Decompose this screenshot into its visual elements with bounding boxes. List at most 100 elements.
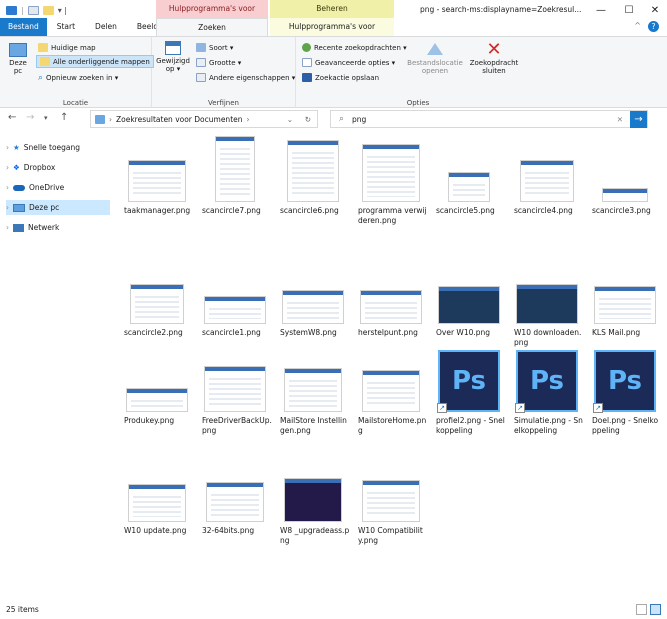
sidebar-item-network[interactable]: › Netwerk — [6, 220, 110, 235]
tab-picture-tools[interactable]: Hulpprogramma's voor afbeeldingen — [270, 18, 394, 49]
all-subfolders-button[interactable]: Alle onderliggende mappen — [36, 55, 154, 68]
photoshop-file-icon: Ps ↗ — [437, 350, 500, 413]
other-properties-button[interactable]: Andere eigenschappen ▾ — [196, 71, 295, 84]
save-search-button[interactable]: Zoekactie opslaan — [302, 71, 379, 84]
new-folder-icon[interactable] — [42, 6, 54, 15]
kind-button[interactable]: Soort ▾ — [196, 41, 233, 54]
sidebar-item-this-pc[interactable]: › Deze pc — [6, 200, 110, 215]
sidebar-item-dropbox[interactable]: › ❖ Dropbox — [6, 160, 110, 175]
path-box[interactable]: › Zoekresultaten voor Documenten › ⌄ ↻ — [90, 110, 318, 128]
explorer-icon — [6, 6, 17, 15]
size-button[interactable]: Grootte ▾ — [196, 56, 241, 69]
file-name: MailStore Instellingen.png — [280, 416, 347, 435]
this-pc-label: Deze pc — [9, 59, 27, 75]
expand-icon[interactable]: › — [6, 163, 9, 172]
file-item[interactable]: herstelpunt.png — [354, 290, 428, 338]
expand-icon[interactable]: › — [6, 223, 9, 232]
image-thumbnail — [438, 286, 500, 324]
file-item[interactable]: W10 update.png — [120, 484, 194, 536]
expand-icon[interactable]: › — [6, 203, 9, 212]
open-location-button[interactable]: Bestandslocatie openen — [406, 43, 464, 75]
sidebar-item-label: Deze pc — [29, 203, 60, 212]
path-chevron-icon[interactable]: › — [247, 115, 250, 124]
file-item[interactable]: scancircle6.png — [276, 140, 350, 216]
help-icon[interactable]: ? — [648, 21, 659, 32]
size-label: Grootte ▾ — [209, 58, 242, 67]
file-item[interactable]: Ps ↗ Simulatie.png - Snelkoppeling — [510, 350, 584, 436]
path-dropdown-icon[interactable]: ⌄ — [287, 115, 293, 124]
file-item[interactable]: scancircle7.png — [198, 136, 272, 216]
file-item[interactable]: Over W10.png — [432, 286, 506, 338]
large-icons-view-icon[interactable] — [650, 604, 661, 615]
tab-file[interactable]: Bestand — [0, 18, 47, 36]
file-item[interactable]: W10 downloaden.png — [510, 284, 584, 348]
details-view-icon[interactable] — [636, 604, 647, 615]
tab-start[interactable]: Start — [47, 18, 85, 36]
image-thumbnail — [448, 172, 490, 202]
qat-dropdown-icon[interactable]: ▾ | — [58, 6, 67, 15]
search-input[interactable]: png — [352, 115, 366, 124]
search-box[interactable]: ⌕ png ✕ → — [330, 110, 648, 128]
recent-icon — [302, 43, 311, 52]
sidebar-item-quick-access[interactable]: › ★ Snelle toegang — [6, 140, 110, 155]
search-again-button[interactable]: ⌕ Opnieuw zoeken in ▾ — [38, 71, 118, 84]
search-tools-title: Hulpprogramma's voor zoeken — [156, 0, 268, 31]
recent-locations-icon[interactable]: ▾ — [44, 114, 48, 122]
file-item[interactable]: scancircle3.png — [588, 188, 662, 216]
file-item[interactable]: MailstoreHome.png — [354, 370, 428, 436]
ps-label: Ps — [451, 366, 487, 396]
tab-search[interactable]: Zoeken — [156, 18, 268, 36]
file-item[interactable]: Ps ↗ Doel.png - Snelkoppeling — [588, 350, 662, 436]
file-item[interactable]: FreeDriverBackUp.png — [198, 366, 272, 436]
file-item[interactable]: 32-64bits.png — [198, 482, 272, 536]
file-item[interactable]: scancircle5.png — [432, 172, 506, 216]
photoshop-file-icon: Ps ↗ — [515, 350, 578, 413]
back-icon[interactable]: ← — [8, 112, 16, 123]
file-item[interactable]: scancircle1.png — [198, 296, 272, 338]
file-item[interactable]: programma verwijderen.png — [354, 144, 428, 226]
refresh-icon[interactable]: ↻ — [305, 115, 311, 124]
file-item[interactable]: MailStore Instellingen.png — [276, 368, 350, 436]
file-item[interactable]: scancircle4.png — [510, 160, 584, 216]
window-title: png - search-ms:displayname=Zoekresul... — [420, 5, 582, 14]
file-item[interactable]: Ps ↗ profiel2.png - Snelkoppeling — [432, 350, 506, 436]
file-item[interactable]: taakmanager.png — [120, 160, 194, 216]
properties-icon[interactable] — [27, 6, 39, 15]
size-icon — [196, 58, 206, 67]
search-go-icon[interactable]: → — [630, 111, 647, 128]
subfolders-icon — [40, 57, 50, 66]
close-button[interactable]: ✕ — [638, 4, 667, 18]
current-folder-button[interactable]: Huidige map — [38, 41, 96, 54]
expand-icon[interactable]: › — [6, 143, 9, 152]
image-thumbnail — [204, 366, 266, 412]
file-item[interactable]: scancircle2.png — [120, 284, 194, 338]
image-thumbnail — [360, 290, 422, 324]
modified-button[interactable]: Gewijzigd op ▾ — [156, 41, 190, 73]
sidebar-item-onedrive[interactable]: › OneDrive — [6, 180, 110, 195]
file-item[interactable]: Produkey.png — [120, 388, 194, 426]
collapse-ribbon-icon[interactable]: ^ — [634, 21, 641, 30]
file-name: herstelpunt.png — [358, 328, 418, 337]
this-pc-button[interactable]: Deze pc — [6, 43, 30, 75]
file-name: Doel.png - Snelkoppeling — [592, 416, 659, 435]
file-name: W10 downloaden.png — [514, 328, 582, 347]
sidebar-item-label: Dropbox — [23, 163, 56, 172]
photoshop-file-icon: Ps ↗ — [593, 350, 656, 413]
image-thumbnail — [602, 188, 648, 202]
clear-search-icon[interactable]: ✕ — [617, 115, 623, 124]
recent-searches-button[interactable]: Recente zoekopdrachten ▾ — [302, 41, 407, 54]
file-item[interactable]: W10 Compatibility.png — [354, 480, 428, 546]
shortcut-arrow-icon: ↗ — [593, 403, 603, 413]
tab-share[interactable]: Delen — [85, 18, 127, 36]
advanced-options-button[interactable]: Geavanceerde opties ▾ — [302, 56, 395, 69]
expand-icon[interactable]: › — [6, 183, 9, 192]
close-search-button[interactable]: ✕ Zoekopdracht sluiten — [468, 41, 520, 76]
file-item[interactable]: SystemW8.png — [276, 290, 350, 338]
file-item[interactable]: KLS Mail.png — [588, 286, 662, 338]
sidebar-item-label: Snelle toegang — [23, 143, 81, 152]
forward-icon[interactable]: → — [26, 112, 34, 123]
up-icon[interactable]: ↑ — [60, 112, 68, 123]
file-item[interactable]: W8 _upgradeass.png — [276, 478, 350, 546]
path-text[interactable]: Zoekresultaten voor Documenten — [116, 115, 243, 124]
dropbox-icon: ❖ — [13, 163, 20, 172]
